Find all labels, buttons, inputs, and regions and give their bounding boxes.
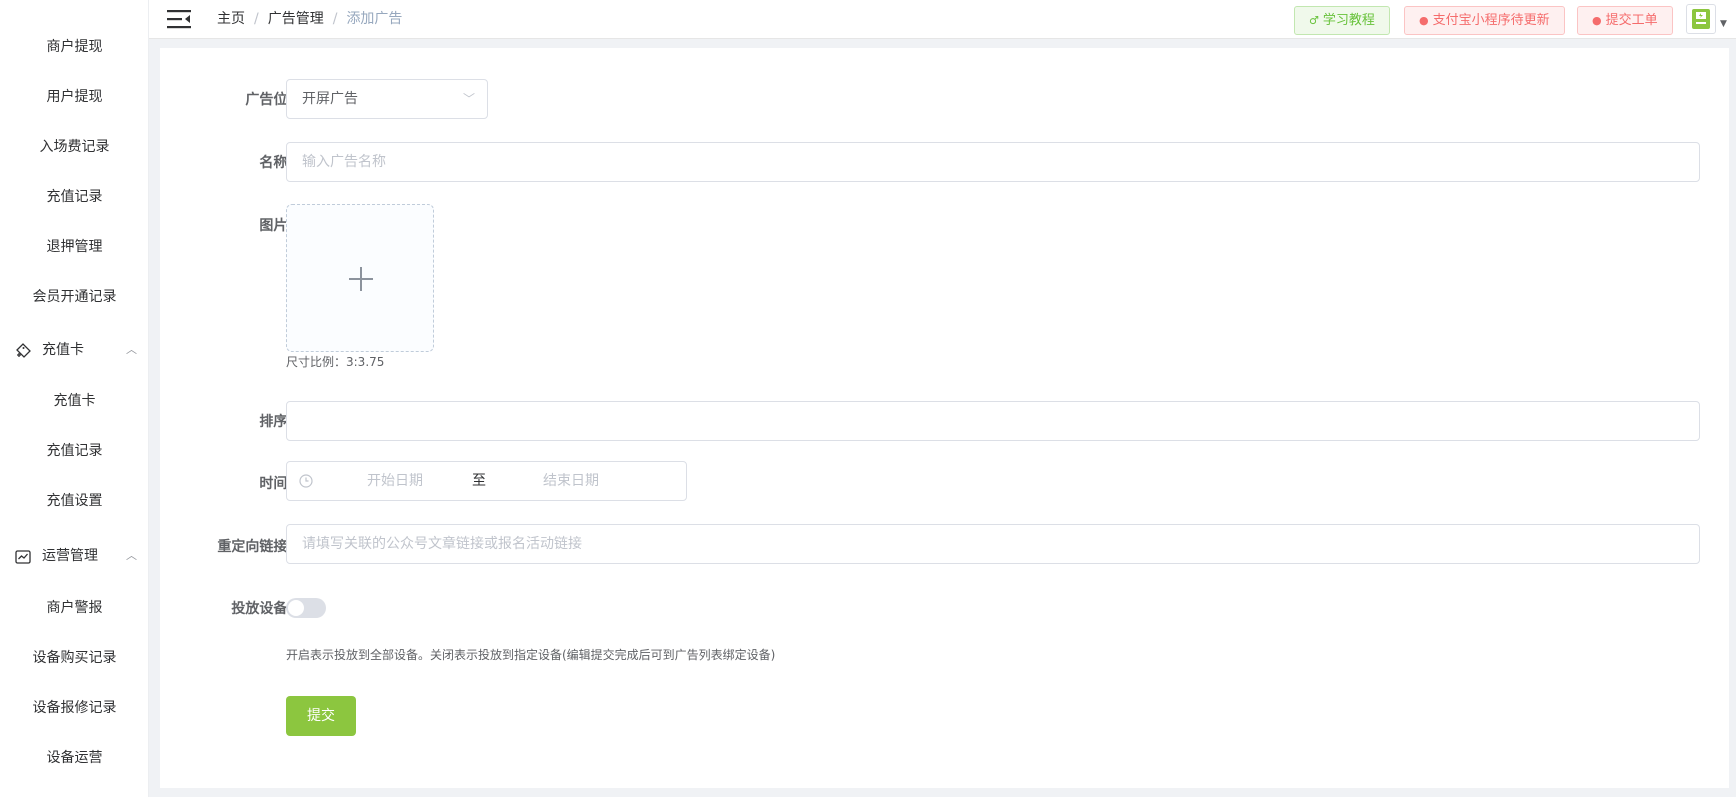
sidebar-item-merchant-alerts[interactable]: 商户警报 (0, 593, 148, 623)
male-symbol-icon: ♂ (1309, 14, 1319, 27)
image-upload[interactable] (286, 204, 434, 352)
sidebar-item-recharge-records[interactable]: 充值记录 (0, 182, 148, 212)
sidebar-item-user-withdraw[interactable]: 用户提现 (0, 82, 148, 112)
sidebar-group-operations[interactable]: 运营管理 ︿ (0, 539, 148, 573)
sidebar: 商户提现 用户提现 入场费记录 充值记录 退押管理 会员开通记录 充值卡 ︿ 充… (0, 0, 149, 797)
breadcrumb-separator: / (254, 11, 259, 27)
ad-position-select[interactable]: 开屏广告 ﹀ (286, 79, 488, 119)
sidebar-item-device-purchase[interactable]: 设备购买记录 (0, 643, 148, 673)
sort-input[interactable] (286, 401, 1700, 441)
sidebar-item-membership-records[interactable]: 会员开通记录 (0, 282, 148, 312)
breadcrumb-separator: / (332, 11, 338, 27)
top-header: 主页 / 广告管理 / 添加广告 ♂ 学习教程 ● 支付宝小程序待更新 ● 提交工单 ▼ (149, 0, 1736, 39)
chevron-up-icon: ︿ (126, 343, 137, 356)
alipay-update-label: 支付宝小程序待更新 (1432, 13, 1550, 28)
menu-fold-icon[interactable] (167, 8, 191, 30)
toggle-knob (288, 600, 304, 616)
breadcrumb-current: 添加广告 (346, 11, 403, 27)
redirect-link-label: 重定向链接: (217, 539, 293, 555)
sidebar-item-card-recharge-records[interactable]: 充值记录 (0, 436, 148, 466)
image-size-hint: 尺寸比例：3:3.75 (286, 355, 385, 369)
sidebar-item-device-repair[interactable]: 设备报修记录 (0, 693, 148, 723)
sidebar-item-device-operations[interactable]: 设备运营 (0, 743, 148, 773)
date-range-separator: 至 (472, 473, 486, 489)
devices-toggle[interactable] (286, 598, 326, 618)
sidebar-item-recharge-settings[interactable]: 充值设置 (0, 486, 148, 516)
ad-position-value: 开屏广告 (302, 91, 358, 107)
redirect-link-input[interactable]: 请填写关联的公众号文章链接或报名活动链接 (286, 524, 1700, 564)
tutorial-label: 学习教程 (1322, 13, 1375, 28)
sidebar-item-recharge-card[interactable]: 充值卡 (0, 386, 148, 416)
sidebar-group-label: 运营管理 (42, 548, 98, 564)
caret-down-icon[interactable]: ▼ (1720, 19, 1727, 29)
submit-ticket-label: 提交工单 (1605, 13, 1658, 28)
devices-hint: 开启表示投放到全部设备。关闭表示投放到指定设备(编辑提交完成后可到广告列表绑定设… (286, 648, 776, 662)
chevron-up-icon: ︿ (126, 549, 137, 562)
devices-label: 投放设备: (231, 601, 293, 617)
end-date-input[interactable]: 结束日期 (506, 462, 636, 500)
name-input[interactable]: 输入广告名称 (286, 142, 1700, 182)
breadcrumb-ad-management[interactable]: 广告管理 (268, 11, 324, 27)
submit-button[interactable]: 提交 (286, 696, 356, 736)
chart-line-icon (15, 550, 31, 564)
plus-icon-vertical (360, 267, 362, 291)
question-circle-icon: ● (1592, 14, 1602, 27)
charger-logo-icon (1692, 9, 1710, 29)
submit-ticket-button[interactable]: ● 提交工单 (1577, 6, 1673, 35)
breadcrumb-home[interactable]: 主页 (217, 11, 245, 27)
ticket-icon (16, 343, 31, 358)
add-ad-form: 广告位: 开屏广告 ﹀ 名称: 输入广告名称 图片: 尺寸比例：3:3.75 排… (160, 48, 1729, 788)
sidebar-item-deposit-refund[interactable]: 退押管理 (0, 232, 148, 262)
clock-icon (299, 474, 313, 488)
sidebar-item-entry-fee-records[interactable]: 入场费记录 (0, 132, 148, 162)
alipay-update-button[interactable]: ● 支付宝小程序待更新 (1404, 6, 1565, 35)
avatar[interactable] (1686, 4, 1716, 34)
warning-circle-icon: ● (1419, 14, 1429, 27)
chevron-down-icon: ﹀ (462, 92, 475, 106)
breadcrumb: 主页 / 广告管理 / 添加广告 (217, 0, 402, 39)
start-date-input[interactable]: 开始日期 (330, 462, 460, 500)
date-range-picker[interactable]: 开始日期 至 结束日期 (286, 461, 687, 501)
sidebar-group-label: 充值卡 (42, 342, 84, 358)
sidebar-item-merchant-withdraw[interactable]: 商户提现 (0, 32, 148, 62)
sidebar-group-recharge-card[interactable]: 充值卡 ︿ (0, 333, 148, 367)
tutorial-button[interactable]: ♂ 学习教程 (1294, 6, 1390, 35)
